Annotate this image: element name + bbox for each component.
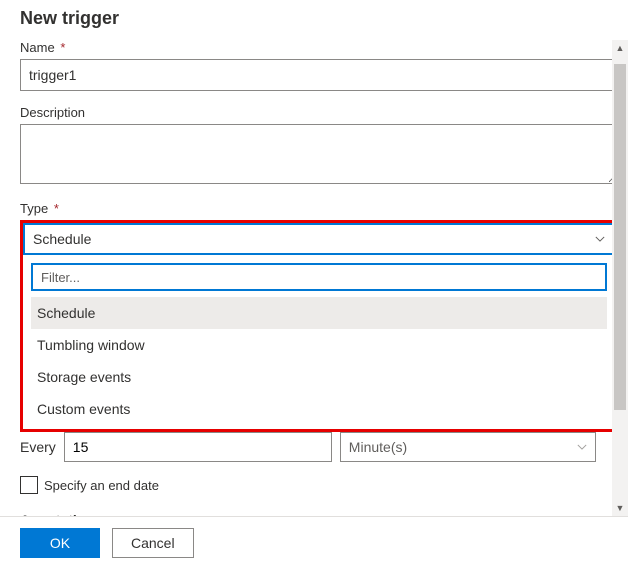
scroll-up-arrow-icon[interactable]: ▲: [612, 40, 628, 56]
required-asterisk: *: [60, 40, 65, 55]
every-value-input[interactable]: [64, 432, 332, 462]
type-label-text: Type: [20, 201, 48, 216]
cancel-button[interactable]: Cancel: [112, 528, 194, 558]
type-option-storage-events[interactable]: Storage events: [31, 361, 607, 393]
panel-title: New trigger: [20, 8, 608, 29]
type-dropdown-highlighted: Schedule Schedule Tumbling window Storag…: [20, 220, 618, 432]
end-date-row: Specify an end date: [20, 476, 618, 494]
name-input[interactable]: [20, 59, 618, 91]
end-date-label: Specify an end date: [44, 478, 159, 493]
every-unit-value: Minute(s): [349, 439, 407, 455]
end-date-checkbox[interactable]: [20, 476, 38, 494]
name-label: Name *: [20, 40, 618, 55]
scrollbar-thumb[interactable]: [614, 64, 626, 410]
scroll-down-arrow-icon[interactable]: ▼: [612, 500, 628, 516]
name-label-text: Name: [20, 40, 55, 55]
type-label: Type *: [20, 201, 618, 216]
type-option-tumbling-window[interactable]: Tumbling window: [31, 329, 607, 361]
required-asterisk: *: [54, 201, 59, 216]
chevron-down-icon: [577, 442, 587, 452]
description-textarea[interactable]: [20, 124, 618, 184]
vertical-scrollbar[interactable]: ▲ ▼: [612, 40, 628, 516]
ok-button[interactable]: OK: [20, 528, 100, 558]
scroll-area: Name * Description Type * Schedule: [20, 40, 618, 516]
description-field-group: Description: [20, 105, 618, 187]
type-field-group: Type * Schedule Schedule Tumbling window…: [20, 201, 618, 432]
type-select[interactable]: Schedule: [23, 223, 615, 255]
every-unit-select[interactable]: Minute(s): [340, 432, 596, 462]
every-label: Every: [20, 439, 56, 455]
type-option-custom-events[interactable]: Custom events: [31, 393, 607, 425]
dialog-footer: OK Cancel: [0, 516, 628, 568]
type-filter-input[interactable]: [31, 263, 607, 291]
recurrence-row: Every Minute(s): [20, 432, 618, 462]
type-options-list: Schedule Tumbling window Storage events …: [31, 297, 607, 425]
type-dropdown-panel: Schedule Tumbling window Storage events …: [23, 255, 615, 429]
chevron-down-icon: [595, 234, 605, 244]
type-selected-value: Schedule: [33, 231, 91, 247]
scrollbar-track[interactable]: [614, 56, 626, 500]
description-label: Description: [20, 105, 618, 120]
type-option-schedule[interactable]: Schedule: [31, 297, 607, 329]
name-field-group: Name *: [20, 40, 618, 91]
